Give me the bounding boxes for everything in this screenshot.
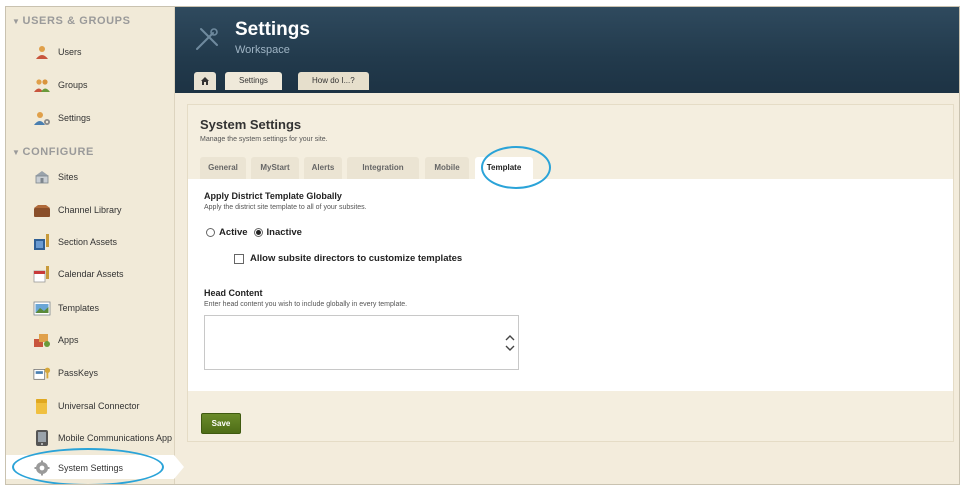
textarea-scrollbar[interactable] [502, 316, 518, 369]
system-settings-icon [33, 459, 51, 477]
tab-mobile[interactable]: Mobile [425, 157, 469, 179]
sidebar-item-universal-connector[interactable]: Universal Connector [6, 393, 175, 419]
sidebar-item-label: Users [58, 47, 82, 57]
sidebar-item-passkeys[interactable]: PassKeys [6, 360, 175, 386]
tab-integration[interactable]: Integration [347, 157, 419, 179]
universal-connector-icon [33, 397, 51, 415]
allow-customize-label: Allow subsite directors to customize tem… [250, 253, 463, 264]
sidebar-item-users[interactable]: Users [6, 39, 175, 65]
home-icon [201, 77, 209, 85]
collapse-triangle-icon: ▼ [12, 148, 21, 157]
inactive-radio[interactable] [253, 228, 263, 237]
tab-how-do-i[interactable]: How do I...? [298, 72, 369, 90]
sidebar-item-label: Settings [58, 113, 91, 123]
section-heading: CONFIGURE [22, 146, 94, 158]
sidebar-item-label: Universal Connector [58, 401, 140, 411]
sidebar-item-label: Groups [58, 80, 88, 90]
home-tab[interactable] [194, 72, 216, 90]
tab-template[interactable]: Template [475, 157, 533, 179]
apply-template-title: Apply District Template Globally [204, 191, 342, 201]
template-settings-content: Apply District Template Globally Apply t… [188, 179, 953, 391]
active-radio[interactable] [206, 228, 215, 237]
chevron-up-icon[interactable] [505, 334, 515, 341]
chevron-down-icon[interactable] [505, 345, 515, 352]
allow-customize-checkbox[interactable] [234, 253, 244, 264]
head-content-textarea[interactable] [204, 315, 519, 370]
sidebar-item-groups[interactable]: Groups [6, 72, 175, 98]
app-window: ▼ USERS & GROUPS Users Groups Settings ▼ C… [5, 6, 960, 485]
sidebar-item-label: Calendar Assets [58, 269, 124, 279]
inactive-radio-label: Inactive [266, 227, 302, 238]
collapse-triangle-icon: ▼ [12, 17, 21, 26]
section-title: System Settings [200, 117, 302, 132]
channel-library-icon [33, 201, 51, 219]
tab-mystart[interactable]: MyStart [251, 157, 299, 179]
sidebar-item-label: Section Assets [58, 237, 118, 247]
tab-settings[interactable]: Settings [225, 72, 282, 90]
sites-icon [33, 168, 51, 186]
user-settings-icon [33, 109, 51, 127]
sidebar: ▼ USERS & GROUPS Users Groups Settings ▼ C… [6, 7, 184, 484]
tab-alerts[interactable]: Alerts [304, 157, 342, 179]
sidebar-item-label: Templates [58, 303, 100, 313]
page-title: Settings [235, 19, 310, 40]
sidebar-item-sites[interactable]: Sites [6, 164, 175, 190]
sidebar-item-section-assets[interactable]: Section Assets [6, 229, 175, 255]
sidebar-item-calendar-assets[interactable]: Calendar Assets [6, 261, 175, 287]
page-header: Settings Workspace Settings How do I...? [175, 7, 959, 93]
sidebar-item-channel-library[interactable]: Channel Library [6, 197, 175, 223]
active-radio-label: Active [219, 227, 248, 238]
sidebar-item-templates[interactable]: Templates [6, 295, 175, 321]
allow-customize-row: Allow subsite directors to customize tem… [234, 253, 462, 264]
head-content-title: Head Content [204, 288, 263, 298]
apply-template-description: Apply the district site template to all … [204, 204, 367, 211]
sidebar-section-users-groups[interactable]: ▼ USERS & GROUPS [12, 15, 131, 27]
sidebar-item-label: PassKeys [58, 368, 99, 378]
section-assets-icon [33, 233, 51, 251]
head-content-description: Enter head content you wish to include g… [204, 301, 408, 308]
system-settings-panel: System Settings Manage the system settin… [187, 104, 954, 442]
section-heading: USERS & GROUPS [22, 15, 131, 27]
user-icon [33, 43, 51, 61]
group-icon [33, 76, 51, 94]
sidebar-item-label: Sites [58, 172, 79, 182]
sidebar-item-label: Channel Library [58, 205, 122, 215]
tab-general[interactable]: General [200, 157, 246, 179]
sidebar-item-apps[interactable]: Apps [6, 327, 175, 353]
sidebar-item-system-settings[interactable]: System Settings [6, 455, 175, 481]
sidebar-item-mobile-app[interactable]: Mobile Communications App [6, 425, 175, 451]
apply-template-radio-group: Active Inactive [206, 227, 302, 238]
page-subtitle: Workspace [235, 44, 290, 56]
save-button[interactable]: Save [201, 413, 241, 434]
settings-tools-icon [196, 28, 218, 50]
sidebar-item-label: Mobile Communications App [58, 433, 173, 443]
section-description: Manage the system settings for your site… [200, 136, 328, 143]
sidebar-section-configure[interactable]: ▼ CONFIGURE [12, 146, 94, 158]
mobile-app-icon [33, 429, 51, 447]
sidebar-item-label: System Settings [58, 463, 124, 473]
sidebar-item-user-settings[interactable]: Settings [6, 105, 175, 131]
templates-icon [33, 299, 51, 317]
passkeys-icon [33, 364, 51, 382]
apps-icon [33, 331, 51, 349]
sidebar-item-label: Apps [58, 335, 79, 345]
calendar-assets-icon [33, 265, 51, 283]
